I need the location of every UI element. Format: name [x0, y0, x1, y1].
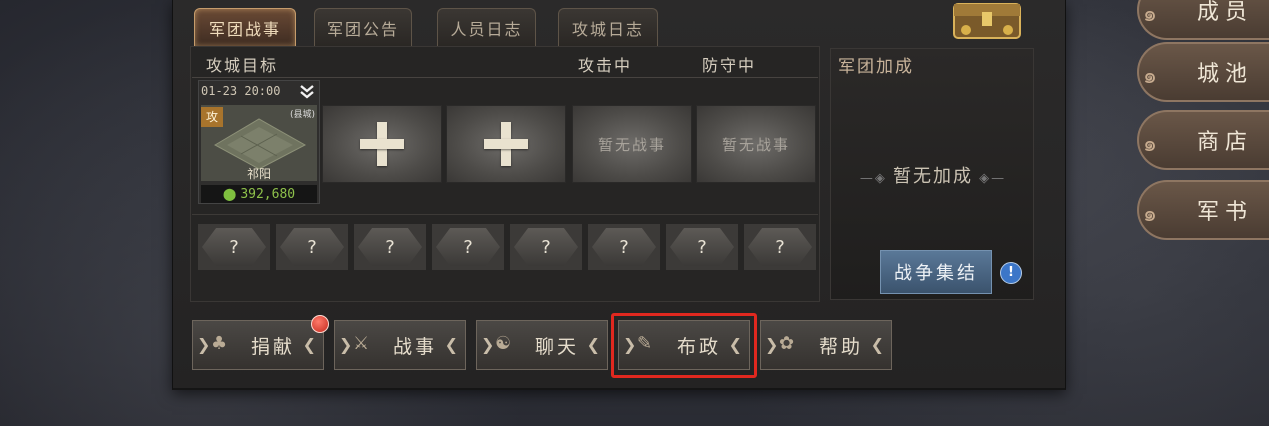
side-military-book-button[interactable]: ๑军书	[1137, 180, 1269, 240]
tab-member-log[interactable]: 人员日志	[437, 8, 536, 46]
swirl-icon: ๑	[1143, 202, 1163, 227]
swirl-icon: ๑	[1143, 132, 1163, 157]
chat-button[interactable]: ❯ ☯ 聊天 ❮	[476, 320, 608, 370]
tab-siege-log[interactable]: 攻城日志	[558, 8, 658, 46]
unknown-slot[interactable]: ?	[510, 224, 582, 270]
city-name: 祁阳	[246, 167, 271, 181]
help-icon: ✿	[779, 333, 798, 354]
sword-icon: ⚔	[353, 333, 373, 354]
arrow-left-icon: ❮	[302, 335, 319, 354]
city-type: (县城)	[289, 110, 315, 120]
chat-icon: ☯	[495, 333, 515, 354]
header-target: 攻城目标	[206, 56, 279, 75]
unknown-slot[interactable]: ?	[276, 224, 348, 270]
info-icon[interactable]: !	[1000, 262, 1022, 284]
siege-target-card[interactable]: 01-23 20:00 攻 (县城) 祁阳 ⬤ 392,680	[198, 80, 320, 204]
war-rally-button[interactable]: 战争集结	[880, 250, 992, 294]
swirl-icon: ๑	[1143, 64, 1163, 89]
unknown-slot[interactable]: ?	[744, 224, 816, 270]
attack-slot-empty: 暂无战事	[572, 105, 692, 183]
coords-value: 392,680	[240, 187, 296, 202]
bonus-empty-text: —◈ 暂无加成 ◈—	[859, 166, 1007, 187]
side-shop-button[interactable]: ๑商店	[1137, 110, 1269, 170]
chevron-down-icon[interactable]	[297, 83, 317, 101]
battle-button[interactable]: ❯ ⚔ 战事 ❮	[334, 320, 466, 370]
plus-icon	[360, 122, 404, 166]
arrow-left-icon: ❮	[870, 335, 887, 354]
bonus-title: 军团加成	[838, 57, 914, 77]
unknown-slot[interactable]: ?	[432, 224, 504, 270]
side-cities-button[interactable]: ๑城池	[1137, 42, 1269, 102]
header-divider	[192, 77, 818, 78]
defense-slot-empty: 暂无战事	[696, 105, 816, 183]
header-attacking: 攻击中	[578, 56, 633, 75]
side-members-button[interactable]: ๑成员	[1137, 0, 1269, 40]
header-defending: 防守中	[702, 56, 757, 75]
treasure-chest-icon[interactable]	[946, 0, 1028, 40]
donate-button[interactable]: ❯ ♣ 捐献 ❮	[192, 320, 324, 370]
arrow-left-icon: ❮	[444, 335, 461, 354]
donate-icon: ♣	[211, 333, 231, 354]
swirl-icon: ๑	[1143, 2, 1163, 27]
tab-legion-war[interactable]: 军团战事	[194, 8, 296, 46]
highlight-box	[611, 313, 757, 378]
section-divider	[192, 214, 818, 215]
add-attack-slot-1[interactable]	[322, 105, 442, 183]
unknown-slot[interactable]: ?	[354, 224, 426, 270]
war-table-header: 攻城目标 攻击中 防守中	[190, 50, 820, 78]
add-attack-slot-2[interactable]	[446, 105, 566, 183]
plus-icon	[484, 122, 528, 166]
location-pin-icon: ⬤	[222, 187, 237, 201]
unknown-slot[interactable]: ?	[666, 224, 738, 270]
attack-badge: 攻	[201, 107, 223, 127]
notification-dot	[311, 315, 329, 333]
unknown-slot[interactable]: ?	[198, 224, 270, 270]
tab-legion-notice[interactable]: 军团公告	[314, 8, 412, 46]
arrow-left-icon: ❮	[586, 335, 603, 354]
unknown-slot[interactable]: ?	[588, 224, 660, 270]
help-button[interactable]: ❯ ✿ 帮助 ❮	[760, 320, 892, 370]
city-coordinates[interactable]: ⬤ 392,680	[201, 185, 317, 203]
